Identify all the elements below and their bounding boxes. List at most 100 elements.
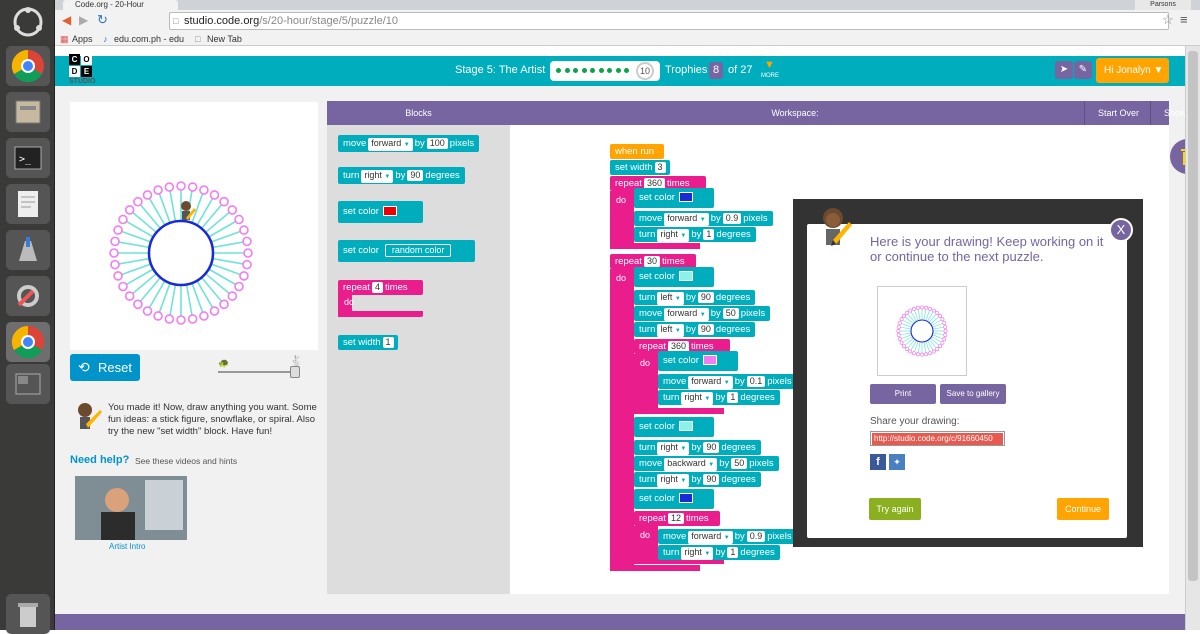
set-color-block-2[interactable]: set color (634, 267, 714, 287)
color-swatch-1[interactable] (678, 192, 693, 203)
address-bar[interactable]: □ studio.code.org/s/20-hour/stage/5/puzz… (169, 12, 1169, 30)
move-block-3[interactable]: move forward ▼ by 0.1 pixels (658, 374, 797, 389)
turn-block-1[interactable]: turn right ▼ by 1 degrees (634, 227, 756, 242)
move-block-2[interactable]: move forward ▼ by 50 pixels (634, 306, 771, 321)
bookmark-star-icon[interactable]: ☆ (1162, 12, 1174, 28)
settings-icon[interactable] (6, 276, 50, 316)
move-block-4[interactable]: move forward ▼ by 0.9 pixels (658, 529, 797, 544)
turn-block-5[interactable]: turn right ▼ by 90 degrees (634, 472, 761, 487)
current-puzzle-number[interactable]: 10 (636, 62, 654, 80)
toolbox-set-width-block[interactable]: set width 1 (338, 335, 398, 350)
code-studio-logo[interactable]: C O D E STUDIO (69, 54, 105, 90)
scrollbar-thumb[interactable] (1188, 51, 1198, 581)
turn-4-value[interactable]: 90 (703, 442, 720, 453)
turn-left-1-value[interactable]: 90 (697, 292, 714, 303)
text-editor-icon[interactable] (6, 184, 50, 224)
repeat-2-value[interactable]: 30 (643, 256, 660, 267)
bookmark-edu[interactable]: edu.com.ph - edu (114, 32, 184, 46)
twitter-icon[interactable]: ✦ (889, 454, 905, 470)
turn-6-value[interactable]: 1 (727, 547, 739, 558)
progress-dot[interactable] (556, 68, 561, 73)
slider-thumb[interactable] (290, 366, 300, 378)
toolbox-set-color-block[interactable]: set color (338, 201, 423, 223)
more-arrow-icon[interactable]: ▼ (764, 59, 775, 71)
move-backward-block[interactable]: move backward ▼ by 50 pixels (634, 456, 779, 471)
continue-button[interactable]: Continue (1057, 498, 1109, 520)
files-icon[interactable] (6, 92, 50, 132)
turn-block-6[interactable]: turn right ▼ by 1 degrees (658, 545, 780, 560)
pencil-icon[interactable]: ✎ (1074, 61, 1092, 79)
page-scrollbar[interactable] (1185, 46, 1200, 630)
toolbox-turn-block[interactable]: turn right ▼ by 90 degrees (338, 167, 465, 184)
bookmark-new-tab[interactable]: New Tab (207, 32, 242, 46)
toolbox-random-color-block[interactable]: set color random color (338, 240, 475, 262)
progress-dot[interactable] (564, 68, 570, 73)
move-1-value[interactable]: 0.9 (722, 213, 742, 224)
color-swatch-2[interactable] (678, 271, 693, 282)
progress-dot[interactable] (590, 68, 595, 73)
turn-dropdown[interactable]: right ▼ (361, 170, 394, 183)
forward-icon[interactable]: ▶ (79, 13, 88, 27)
progress-dot[interactable] (598, 68, 604, 73)
repeat-block-4[interactable]: repeat 12 times (634, 511, 720, 526)
video-caption[interactable]: Artist Intro (109, 542, 145, 551)
set-color-block-3[interactable]: set color (658, 351, 738, 371)
turn-block-3[interactable]: turn right ▼ by 1 degrees (658, 390, 780, 405)
turn-3-value[interactable]: 1 (727, 392, 739, 403)
set-width-block[interactable]: set width 3 (610, 160, 670, 175)
try-again-label[interactable]: Try again (869, 498, 921, 520)
menu-icon[interactable]: ≡ (1180, 12, 1188, 27)
set-color-block-4[interactable]: set color (634, 417, 714, 437)
toolbox-move-block[interactable]: move forward ▼ by 100 pixels (338, 135, 480, 152)
turn-left-2-value[interactable]: 90 (697, 324, 714, 335)
workspace-width-value[interactable]: 3 (654, 162, 666, 173)
speed-slider[interactable]: 🐢 🐇 (218, 356, 303, 380)
color-swatch-4[interactable] (678, 421, 693, 432)
back-icon[interactable]: ◀ (62, 13, 71, 27)
more-label[interactable]: MORE (761, 73, 779, 79)
color-swatch-3[interactable] (702, 355, 717, 366)
move-2-value[interactable]: 50 (722, 308, 739, 319)
drawing-canvas[interactable] (70, 102, 318, 350)
print-button[interactable]: Print (870, 384, 936, 404)
show-code-button[interactable]: Show Code (1164, 101, 1185, 125)
random-color-input[interactable]: random color (384, 244, 452, 257)
workspace-switcher-icon[interactable] (6, 364, 50, 404)
reload-icon[interactable]: ↻ (97, 12, 108, 28)
facebook-icon[interactable]: f (870, 454, 886, 470)
chrome-active-icon[interactable] (6, 322, 50, 362)
save-to-gallery-button[interactable]: Save to gallery (940, 384, 1006, 404)
move-3-value[interactable]: 0.1 (746, 376, 766, 387)
video-thumbnail[interactable] (75, 476, 187, 540)
direction-dropdown[interactable]: forward ▼ (368, 138, 413, 151)
progress-dot[interactable] (581, 68, 587, 73)
turn-1-value[interactable]: 1 (703, 229, 715, 240)
chrome-icon[interactable] (6, 46, 50, 86)
ubuntu-home-icon[interactable] (6, 2, 50, 42)
move-block-1[interactable]: move forward ▼ by 0.9 pixels (634, 211, 773, 226)
turn-left-block-1[interactable]: turn left ▼ by 90 degrees (634, 290, 756, 305)
turn-left-block-2[interactable]: turn left ▼ by 90 degrees (634, 322, 756, 337)
share-url-input[interactable]: http://studio.code.org/c/91660450 (870, 431, 1005, 446)
trash-icon[interactable] (1170, 139, 1185, 174)
terminal-icon[interactable]: >_ (6, 138, 50, 178)
profile-badge[interactable]: Parsons (1135, 0, 1191, 10)
when-run-block[interactable]: when run (610, 144, 664, 159)
paint-icon[interactable] (6, 230, 50, 270)
close-dialog-button[interactable]: X (1109, 218, 1133, 242)
turn-value[interactable]: 90 (407, 170, 424, 181)
color-swatch-5[interactable] (678, 493, 693, 504)
user-menu-button[interactable]: Hi Jonalyn ▼ (1096, 58, 1169, 83)
width-value[interactable]: 1 (382, 337, 394, 348)
reset-button[interactable]: ⟲ Reset (70, 354, 140, 381)
move-4-value[interactable]: 0.9 (746, 531, 766, 542)
bookmark-apps[interactable]: Apps (72, 32, 93, 46)
repeat-value[interactable]: 4 (371, 282, 383, 293)
color-swatch[interactable] (382, 206, 397, 217)
progress-dot[interactable] (607, 68, 612, 73)
start-over-button[interactable]: Start Over (1098, 101, 1139, 125)
progress-dot[interactable] (615, 68, 621, 73)
browser-tab[interactable]: Code.org - 20-Hour (63, 0, 178, 10)
progress-dot[interactable] (573, 68, 578, 73)
turn-5-value[interactable]: 90 (703, 474, 720, 485)
